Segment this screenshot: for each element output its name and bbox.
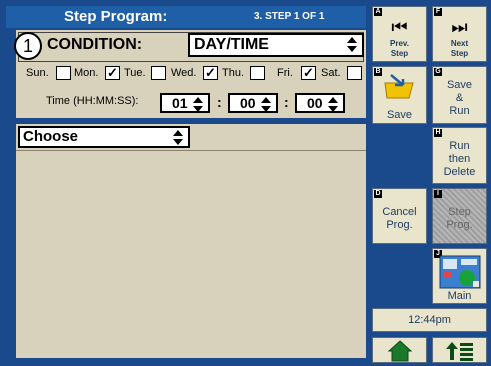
title-bar: Step Program: 3. STEP 1 OF 1 [6, 6, 366, 28]
day-label-wed: Wed. [171, 67, 197, 79]
action-panel: Choose [14, 122, 368, 360]
up-grid-button[interactable] [432, 337, 487, 363]
day-label-sat: Sat. [321, 67, 341, 79]
condition-select[interactable]: DAY/TIME [188, 33, 364, 57]
main-screen-icon [439, 255, 480, 289]
action-select[interactable]: Choose [18, 126, 190, 148]
checkbox-tue[interactable] [151, 66, 166, 80]
day-label-fri: Fri. [277, 67, 293, 79]
time-colon: : [217, 94, 222, 110]
key-badge: A [374, 8, 382, 16]
save-button[interactable]: B Save [372, 66, 427, 124]
prev-step-button[interactable]: A ⏮ Prev. Step [372, 6, 427, 62]
day-label-thu: Thu. [222, 67, 245, 79]
cancel-prog-button[interactable]: D Cancel Prog. [372, 188, 427, 244]
minutes-stepper[interactable]: 00 [228, 93, 278, 113]
run-delete-label-3: Delete [443, 166, 476, 178]
up-down-arrow-icon [172, 130, 184, 146]
day-label-sun: Sun. [26, 67, 49, 79]
step-prog-label-2: Prog. [446, 219, 473, 231]
save-run-label-1: Save [446, 79, 473, 91]
seconds-stepper[interactable]: 00 [295, 93, 345, 113]
run-then-delete-button[interactable]: H Run then Delete [432, 127, 487, 184]
home-icon [373, 340, 426, 366]
skip-forward-icon: ⏭ [451, 17, 468, 37]
next-step-button[interactable]: F ⏭ Next Step [432, 6, 487, 62]
divider [16, 150, 366, 151]
run-delete-label-2: then [448, 153, 471, 165]
up-down-arrow-icon [192, 97, 204, 113]
step-indicator: 3. STEP 1 OF 1 [254, 11, 325, 22]
key-badge: G [434, 68, 442, 76]
minutes-value: 00 [240, 95, 256, 111]
condition-select-value: DAY/TIME [194, 36, 269, 53]
save-label: Save [386, 109, 413, 121]
save-run-label-3: Run [449, 105, 470, 117]
key-badge: F [434, 8, 442, 16]
checkbox-mon[interactable]: ✓ [105, 66, 120, 80]
step-prog-label-1: Step [448, 206, 471, 218]
cancel-label-1: Cancel [382, 206, 417, 218]
up-grid-icon [433, 340, 486, 366]
hours-value: 01 [172, 95, 188, 111]
day-label-mon: Mon. [74, 67, 99, 79]
next-step-label-1: Next [450, 39, 469, 48]
folder-icon [373, 73, 426, 104]
main-button[interactable]: J Main [432, 248, 487, 304]
clock-display: 12:44pm [372, 308, 487, 332]
folder-icon [383, 74, 414, 99]
key-badge: D [374, 190, 382, 198]
next-step-label-2: Step [450, 49, 469, 58]
skip-back-icon: ⏮ [391, 17, 408, 37]
prev-step-label-1: Prev. [390, 39, 409, 48]
day-label-tue: Tue. [124, 67, 146, 79]
checkbox-sun[interactable] [56, 66, 71, 80]
time-label: Time (HH:MM:SS): [46, 95, 139, 107]
cancel-label-2: Prog. [386, 219, 413, 231]
time-colon: : [284, 94, 289, 110]
up-down-arrow-icon [346, 37, 358, 53]
hours-stepper[interactable]: 01 [160, 93, 210, 113]
checkbox-sat[interactable] [347, 66, 362, 80]
checkbox-wed[interactable]: ✓ [203, 66, 218, 80]
main-label: Main [447, 290, 472, 302]
main-screen-icon [433, 255, 486, 294]
page-title: Step Program: [64, 8, 168, 25]
save-run-label-2: & [455, 92, 464, 104]
home-button[interactable] [372, 337, 427, 363]
checkbox-fri[interactable]: ✓ [301, 66, 316, 80]
up-down-arrow-icon [260, 97, 272, 113]
app-window: Step Program: 3. STEP 1 OF 1 1 CONDITION… [0, 0, 491, 366]
prev-step-label-2: Step [390, 49, 409, 58]
checkbox-thu[interactable] [250, 66, 265, 80]
step-prog-button[interactable]: I Step Prog. [432, 188, 487, 244]
save-and-run-button[interactable]: G Save & Run [432, 66, 487, 124]
action-select-value: Choose [23, 128, 79, 145]
step-number-badge: 1 [14, 32, 42, 60]
seconds-value: 00 [307, 95, 323, 111]
condition-label: CONDITION: [47, 36, 143, 53]
key-badge: H [434, 129, 442, 137]
home-icon [387, 340, 412, 362]
key-badge: I [434, 190, 442, 198]
up-grid-icon [445, 342, 473, 361]
run-delete-label-1: Run [449, 140, 470, 152]
up-down-arrow-icon [327, 97, 339, 113]
